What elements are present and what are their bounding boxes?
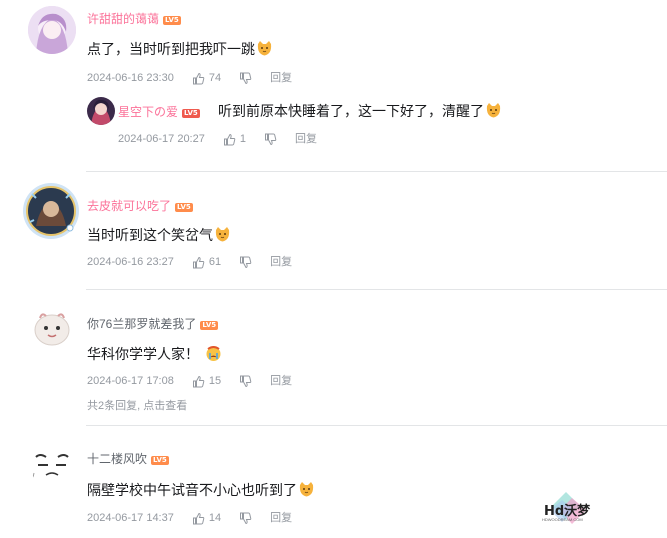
avatar[interactable] [28,6,76,54]
username-text[interactable]: 去皮就可以吃了 [87,199,171,213]
view-more-replies-link[interactable]: 共2条回复, 点击查看 [87,397,187,413]
comment-meta: 2024-06-17 14:37 14 回复 [87,512,292,525]
level-badge: LV5 [151,456,169,465]
username-text[interactable]: 许甜甜的蔼蔼 [87,12,159,26]
username-text[interactable]: 你76兰那罗就差我了 [87,317,196,331]
thumbs-down-icon [264,133,277,146]
comment-text-content: 点了，当时听到把我吓一跳 [87,41,255,57]
cat-emoji-icon [298,481,315,498]
reply-text: 听到前原本快睡着了，这一下好了，清醒了 [218,102,502,120]
cat-emoji-icon [214,226,231,243]
level-badge: LV5 [200,321,219,330]
like-button[interactable]: 14 [192,512,221,525]
dislike-button[interactable] [239,375,252,388]
dislike-button[interactable] [264,133,277,146]
reply-avatar[interactable] [87,97,115,125]
reply-button[interactable]: 回复 [270,512,292,525]
reply-meta: 2024-06-17 20:27 1 回复 [118,133,317,146]
comment-date: 2024-06-16 23:30 [87,72,174,84]
like-count: 74 [208,72,222,84]
comment-text: 点了，当时听到把我吓一跳 [87,40,273,58]
watermark-logo: Hd沃梦 HDWOODREAM.COM [536,490,606,528]
dislike-button[interactable] [239,72,252,85]
avatar[interactable] [30,443,74,487]
comment-meta: 2024-06-16 23:27 61 回复 [87,256,292,269]
thumbs-down-icon [240,512,252,525]
cat-emoji-icon [256,40,273,57]
reply-button[interactable]: 回复 [295,133,317,146]
comment-meta: 2024-06-16 23:30 74 回复 [87,72,292,85]
comment-text-content: 当时听到这个笑岔气 [87,227,213,243]
comment-date: 2024-06-17 17:08 [87,375,174,387]
avatar[interactable] [30,306,74,350]
like-button[interactable]: 61 [192,256,221,269]
like-button[interactable]: 1 [223,133,246,146]
level-badge: LV5 [175,203,193,212]
comment-text-content: 隔壁学校中午试音不小心也听到了 [87,482,297,498]
thumbs-down-icon [240,72,252,85]
level-badge: LV5 [163,16,181,25]
reply-button[interactable]: 回复 [270,375,292,388]
dislike-button[interactable] [239,512,252,525]
thumbs-down-icon [240,256,252,269]
reply-username[interactable]: 星空下の爱 LV5 [118,105,200,119]
divider [86,289,667,290]
like-count: 61 [208,256,222,268]
comment-text-content: 华科你学学人家！ [87,346,199,362]
username-text[interactable]: 十二楼风吹 [87,452,147,466]
like-count: 14 [208,512,222,524]
comment-text: 当时听到这个笑岔气 [87,226,231,244]
like-count: 1 [239,133,246,145]
username[interactable]: 十二楼风吹 LV5 [87,452,169,466]
username[interactable]: 许甜甜的蔼蔼 LV5 [87,12,181,26]
reply-button[interactable]: 回复 [270,72,292,85]
comment-text: 隔壁学校中午试音不小心也听到了 [87,481,315,499]
reply-date: 2024-06-17 20:27 [118,133,205,145]
thumbs-down-icon [240,375,252,388]
username[interactable]: 你76兰那罗就差我了 LV5 [87,317,219,331]
like-count: 15 [208,375,222,387]
watermark-subtext: HDWOODREAM.COM [542,517,583,522]
reply-button[interactable]: 回复 [270,256,292,269]
thumbs-up-icon [192,256,205,269]
like-button[interactable]: 15 [192,375,221,388]
thumbs-up-icon [223,133,236,146]
level-badge: LV5 [182,109,200,118]
crying-emoji-icon [205,345,222,362]
cat-emoji-icon [485,102,502,119]
avatar[interactable] [22,182,80,240]
username[interactable]: 去皮就可以吃了 LV5 [87,199,193,213]
comment-date: 2024-06-16 23:27 [87,256,174,268]
thumbs-up-icon [192,512,205,525]
dislike-button[interactable] [239,256,252,269]
reply-text-content: 听到前原本快睡着了，这一下好了，清醒了 [218,103,484,119]
divider [86,171,667,172]
thumbs-up-icon [192,72,205,85]
reply-username-text[interactable]: 星空下の爱 [118,105,178,119]
comment-meta: 2024-06-17 17:08 15 回复 [87,375,292,388]
comment-text: 华科你学学人家！ [87,345,222,363]
comment-date: 2024-06-17 14:37 [87,512,174,524]
like-button[interactable]: 74 [192,72,221,85]
divider [86,425,667,426]
thumbs-up-icon [192,375,205,388]
